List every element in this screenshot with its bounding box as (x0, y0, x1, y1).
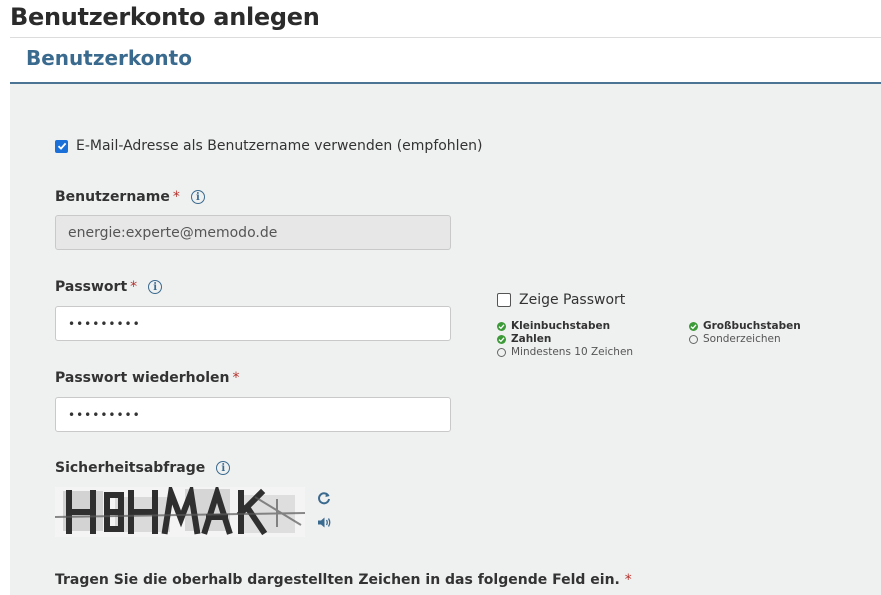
check-circle-icon (497, 321, 506, 331)
username-label-row: Benutzername * i (55, 189, 205, 205)
username-field[interactable]: energie:experte@memodo.de (55, 215, 451, 250)
info-icon[interactable]: i (190, 190, 205, 204)
captcha-image (55, 487, 305, 537)
required-marker: * (172, 189, 180, 205)
refresh-icon[interactable] (316, 490, 332, 506)
rule-special-chars: Sonderzeichen (689, 333, 781, 345)
page-title: Benutzerkonto anlegen (10, 3, 320, 31)
password-label: Passwort (55, 279, 128, 295)
empty-circle-icon (497, 347, 506, 357)
check-circle-icon (497, 334, 506, 344)
show-password-option[interactable]: Zeige Passwort (497, 292, 625, 308)
email-as-username-option[interactable]: E-Mail-Adresse als Benutzername verwende… (55, 138, 483, 154)
password-repeat-field[interactable]: ••••••••• (55, 397, 451, 432)
captcha-label-row: Sicherheitsabfrage i (55, 460, 231, 476)
required-marker: * (624, 572, 632, 588)
speaker-icon[interactable] (316, 514, 332, 530)
check-circle-icon (689, 321, 698, 331)
password-value: ••••••••• (68, 316, 141, 331)
required-marker: * (130, 279, 138, 295)
password-label-row: Passwort * i (55, 279, 163, 295)
rule-lowercase: Kleinbuchstaben (497, 320, 610, 332)
email-as-username-label: E-Mail-Adresse als Benutzername verwende… (76, 138, 483, 154)
info-icon[interactable]: i (148, 280, 163, 294)
captcha-input-label-row: Tragen Sie die oberhalb dargestellten Ze… (55, 572, 632, 588)
show-password-checkbox[interactable] (497, 293, 511, 307)
username-value: energie:experte@memodo.de (68, 224, 278, 241)
rule-uppercase: Großbuchstaben (689, 320, 801, 332)
captcha-input-label: Tragen Sie die oberhalb dargestellten Ze… (55, 572, 620, 588)
info-icon[interactable]: i (216, 461, 231, 475)
username-label: Benutzername (55, 189, 170, 205)
section-title: Benutzerkonto (26, 46, 192, 70)
captcha-label: Sicherheitsabfrage (55, 460, 206, 476)
password-repeat-label: Passwort wiederholen (55, 370, 230, 386)
rule-min-length: Mindestens 10 Zeichen (497, 346, 633, 358)
required-marker: * (232, 370, 240, 386)
show-password-label: Zeige Passwort (519, 292, 626, 308)
empty-circle-icon (689, 334, 698, 344)
title-divider (10, 37, 881, 38)
password-field[interactable]: ••••••••• (55, 306, 451, 341)
rule-numbers: Zahlen (497, 333, 551, 345)
email-as-username-checkbox[interactable] (55, 139, 68, 153)
password-repeat-value: ••••••••• (68, 407, 141, 422)
password-repeat-label-row: Passwort wiederholen * (55, 370, 240, 386)
